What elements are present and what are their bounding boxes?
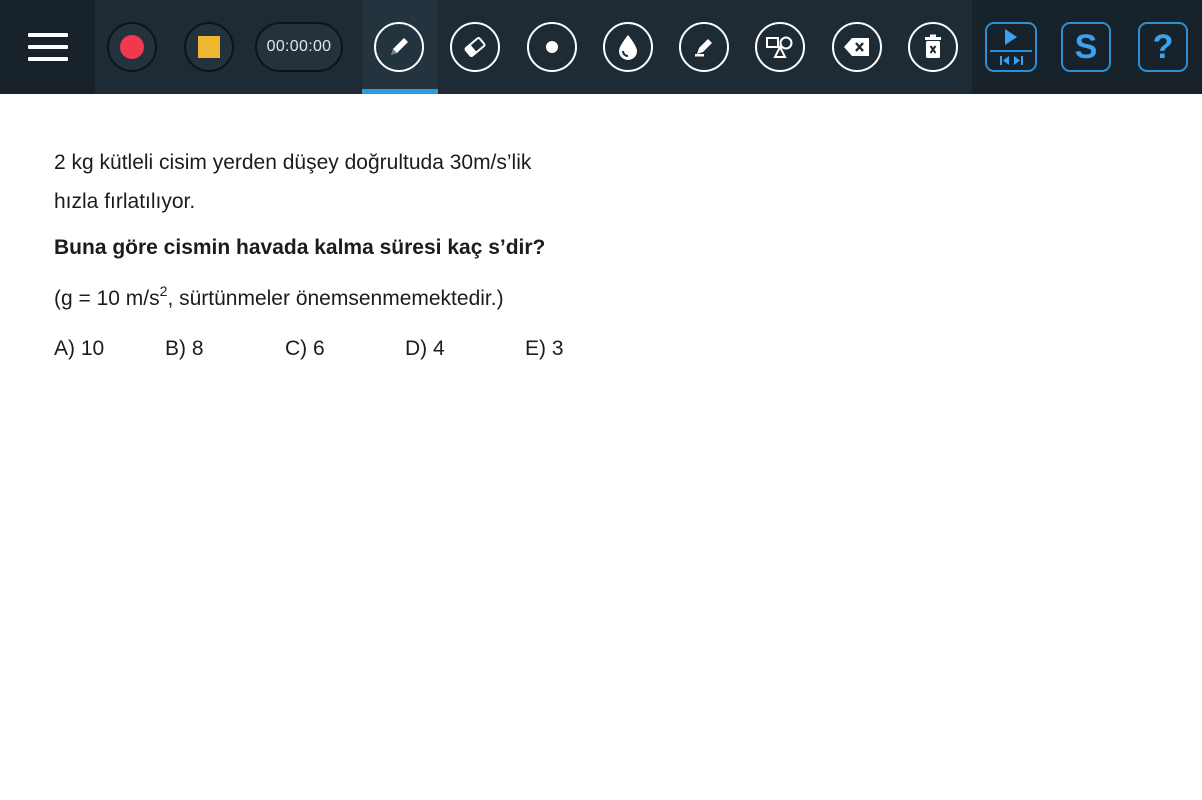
skip-back-icon	[1000, 56, 1009, 65]
help-button[interactable]: ?	[1138, 22, 1188, 72]
undo-tool-button[interactable]	[832, 22, 882, 72]
playback-button[interactable]	[985, 22, 1037, 72]
shapes-tool-button[interactable]	[755, 22, 805, 72]
highlighter-tool-button[interactable]	[679, 22, 729, 72]
eraser-tool-button[interactable]	[450, 22, 500, 72]
pen-tool-button[interactable]	[374, 22, 424, 72]
dot-icon	[546, 41, 558, 53]
dot-tool-button[interactable]	[527, 22, 577, 72]
stop-button[interactable]	[184, 22, 234, 72]
answer-choices: A) 10 B) 8 C) 6 D) 4 E) 3	[54, 337, 654, 363]
backspace-icon	[844, 38, 869, 56]
skip-forward-icon	[1014, 56, 1023, 65]
choice-b[interactable]: B) 8	[165, 337, 204, 361]
pen-icon	[391, 38, 408, 55]
question-note: (g = 10 m/s2, sürtünmeler önemsenmemekte…	[54, 283, 504, 311]
play-icon	[1005, 29, 1017, 45]
question-note-start: (g = 10 m/s	[54, 287, 160, 310]
choice-d[interactable]: D) 4	[405, 337, 445, 361]
record-button[interactable]	[107, 22, 157, 72]
playback-controls	[990, 29, 1032, 65]
record-icon	[120, 35, 144, 59]
help-icon: ?	[1152, 27, 1174, 66]
choice-a[interactable]: A) 10	[54, 337, 104, 361]
stop-icon	[198, 36, 220, 58]
clear-tool-button[interactable]	[908, 22, 958, 72]
question-prompt: Buna göre cismin havada kalma süresi kaç…	[54, 236, 546, 259]
s-logo-button[interactable]: S	[1061, 22, 1111, 72]
eraser-icon	[464, 36, 486, 58]
timer-display: 00:00:00	[255, 22, 343, 72]
question-text-line-1: 2 kg kütleli cisim yerden düşey doğrultu…	[54, 151, 532, 174]
toolbar: 00:00:00 S ?	[0, 0, 1202, 94]
question-note-end: , sürtünmeler önemsenmemektedir.)	[167, 287, 504, 310]
app-screen: 00:00:00 S ? 2 kg kütleli cisim yerden d…	[0, 0, 1202, 800]
shapes-icon	[766, 36, 793, 58]
s-logo-icon: S	[1074, 27, 1098, 66]
active-tool-indicator	[362, 89, 438, 94]
choice-e[interactable]: E) 3	[525, 337, 564, 361]
trash-icon	[925, 34, 941, 58]
color-tool-button[interactable]	[603, 22, 653, 72]
ink-drop-icon	[619, 35, 637, 60]
choice-c[interactable]: C) 6	[285, 337, 325, 361]
highlighter-icon	[695, 39, 712, 57]
menu-icon[interactable]	[28, 33, 68, 61]
question-text-line-2: hızla fırlatılıyor.	[54, 190, 196, 213]
